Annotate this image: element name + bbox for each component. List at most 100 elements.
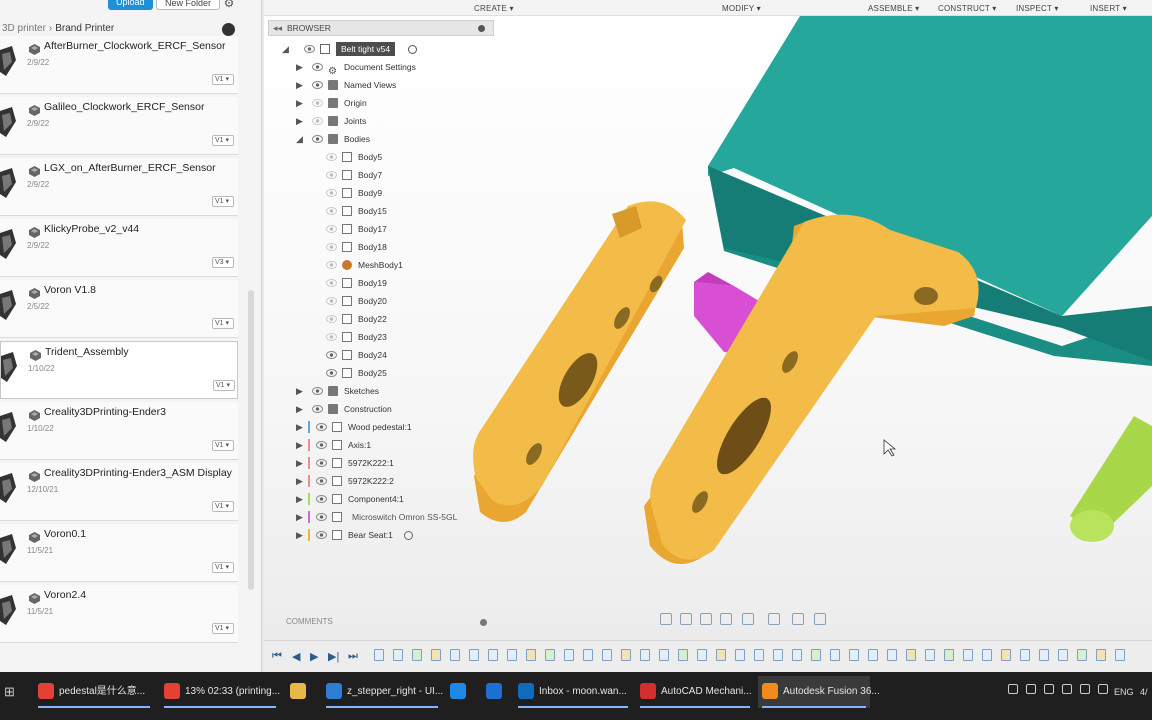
tree-body-item[interactable]: Body5 [294,148,494,166]
expand-arrow-icon[interactable]: ▶ [296,58,306,76]
visibility-eye-icon[interactable] [304,45,315,53]
visibility-eye-icon[interactable] [316,531,327,539]
tree-node[interactable]: ▶ Named Views [294,76,494,94]
version-dropdown[interactable]: V1 ▾ [212,440,234,451]
fit-icon[interactable] [742,613,754,625]
timeline-feature-icon[interactable] [944,649,954,661]
visibility-eye-icon[interactable] [312,117,323,125]
version-dropdown[interactable]: V1 ▾ [212,562,234,573]
tree-node[interactable]: ▶ Component4:1 [294,490,494,508]
timeline-feature-icon[interactable] [1001,649,1011,661]
visibility-eye-icon[interactable] [326,189,337,197]
activate-radio-icon[interactable] [404,531,413,540]
timeline-feature-icon[interactable] [868,649,878,661]
expand-arrow-icon[interactable]: ▶ [296,94,306,112]
tree-body-item[interactable]: Body25 [294,364,494,382]
timeline-feature-icon[interactable] [925,649,935,661]
visibility-eye-icon[interactable] [326,315,337,323]
taskbar-app-button[interactable] [286,676,310,708]
gear-icon[interactable]: ⚙ [222,0,236,10]
tree-body-item[interactable]: Body19 [294,274,494,292]
tree-body-item[interactable]: MeshBody1 [294,256,494,274]
expand-arrow-icon[interactable]: ▶ [296,472,306,490]
zoom-icon[interactable] [720,613,732,625]
visibility-eye-icon[interactable] [312,63,323,71]
expand-arrow-icon[interactable]: ▶ [296,436,306,454]
taskbar-app-button[interactable]: 13% 02:33 (printing... [160,676,280,708]
expand-arrow-icon[interactable]: ▶ [296,418,306,436]
timeline-feature-icon[interactable] [469,649,479,661]
visibility-eye-icon[interactable] [312,387,323,395]
timeline-feature-icon[interactable] [697,649,707,661]
tree-node[interactable]: ▶ Axis:1 [294,436,494,454]
visibility-eye-icon[interactable] [326,261,337,269]
comments-pin-icon[interactable] [480,619,487,626]
timeline-feature-icon[interactable] [1115,649,1125,661]
timeline-feature-icon[interactable] [982,649,992,661]
timeline-feature-icon[interactable] [963,649,973,661]
timeline-feature-icon[interactable] [526,649,536,661]
modify-menu[interactable]: MODIFY ▾ [722,4,761,13]
tree-node[interactable]: ▶ Construction [294,400,494,418]
version-dropdown[interactable]: V1 ▾ [212,623,234,634]
expand-arrow-icon[interactable]: ▶ [296,112,306,130]
design-list-item[interactable]: AfterBurner_Clockwork_ERCF_Sensor 2/9/22 V… [0,36,238,94]
timeline-feature-icon[interactable] [431,649,441,661]
timeline-feature-icon[interactable] [564,649,574,661]
timeline-feature-icon[interactable] [640,649,650,661]
timeline-feature-icon[interactable] [393,649,403,661]
visibility-eye-icon[interactable] [312,135,323,143]
tree-body-item[interactable]: Body23 [294,328,494,346]
tree-node[interactable]: ▶ Origin [294,94,494,112]
version-dropdown[interactable]: V1 ▾ [212,501,234,512]
display-settings-icon[interactable] [768,613,780,625]
visibility-eye-icon[interactable] [326,207,337,215]
tree-node[interactable]: ▶ Wood pedestal:1 [294,418,494,436]
expand-arrow-icon[interactable]: ◢ [282,40,292,58]
design-list-item[interactable]: LGX_on_AfterBurner_ERCF_Sensor 2/9/22 V1 ▾ [0,158,238,216]
scrollbar[interactable] [248,290,254,590]
version-dropdown[interactable]: V1 ▾ [212,135,234,146]
visibility-eye-icon[interactable] [316,459,327,467]
timeline-feature-icon[interactable] [1077,649,1087,661]
expand-arrow-icon[interactable]: ▶ [296,454,306,472]
timeline-feature-icon[interactable] [849,649,859,661]
timeline-next-icon[interactable]: ▶| [328,650,339,663]
wifi-icon[interactable] [1062,684,1072,694]
tree-node[interactable]: ▶ Sketches [294,382,494,400]
create-menu[interactable]: CREATE ▾ [474,4,514,13]
orbit-icon[interactable] [660,613,672,625]
tree-body-item[interactable]: Body9 [294,184,494,202]
tree-body-item[interactable]: Body7 [294,166,494,184]
tree-node[interactable]: ▶ ⚙ Document Settings [294,58,494,77]
taskbar-app-button[interactable] [446,676,470,708]
visibility-eye-icon[interactable] [312,81,323,89]
timeline-first-icon[interactable]: ⏮ [272,650,282,663]
visibility-eye-icon[interactable] [326,243,337,251]
timeline-feature-icon[interactable] [412,649,422,661]
design-list-item[interactable]: Creality3DPrinting-Ender3 1/10/22 V1 ▾ [0,402,238,460]
new-folder-button[interactable]: New Folder [156,0,221,10]
timeline-prev-icon[interactable]: ◀ [292,650,300,663]
tree-node[interactable]: ▶ 5972K222:2 [294,472,494,490]
tree-body-item[interactable]: Body24 [294,346,494,364]
expand-arrow-icon[interactable]: ◢ [296,130,306,148]
timeline-feature-icon[interactable] [811,649,821,661]
taskbar-app-button[interactable]: pedestal是什么意... [34,676,154,708]
tree-body-item[interactable]: Body17 [294,220,494,238]
timeline-feature-icon[interactable] [735,649,745,661]
taskbar-app-button[interactable]: Inbox - moon.wan... [514,676,632,708]
timeline-feature-icon[interactable] [488,649,498,661]
expand-arrow-icon[interactable]: ▶ [296,526,306,544]
tree-body-item[interactable]: Body20 [294,292,494,310]
clock[interactable]: 4/ [1140,676,1148,708]
taskbar-app-button[interactable] [482,676,506,708]
visibility-eye-icon[interactable] [316,477,327,485]
taskbar-app-button[interactable]: Autodesk Fusion 36... [758,676,880,708]
timeline-feature-icon[interactable] [830,649,840,661]
battery-icon[interactable] [1098,684,1108,694]
design-list-item[interactable]: Creality3DPrinting-Ender3_ASM Display 12/… [0,463,238,521]
timeline-feature-icon[interactable] [374,649,384,661]
expand-arrow-icon[interactable]: ▶ [296,382,306,400]
timeline-feature-icon[interactable] [887,649,897,661]
